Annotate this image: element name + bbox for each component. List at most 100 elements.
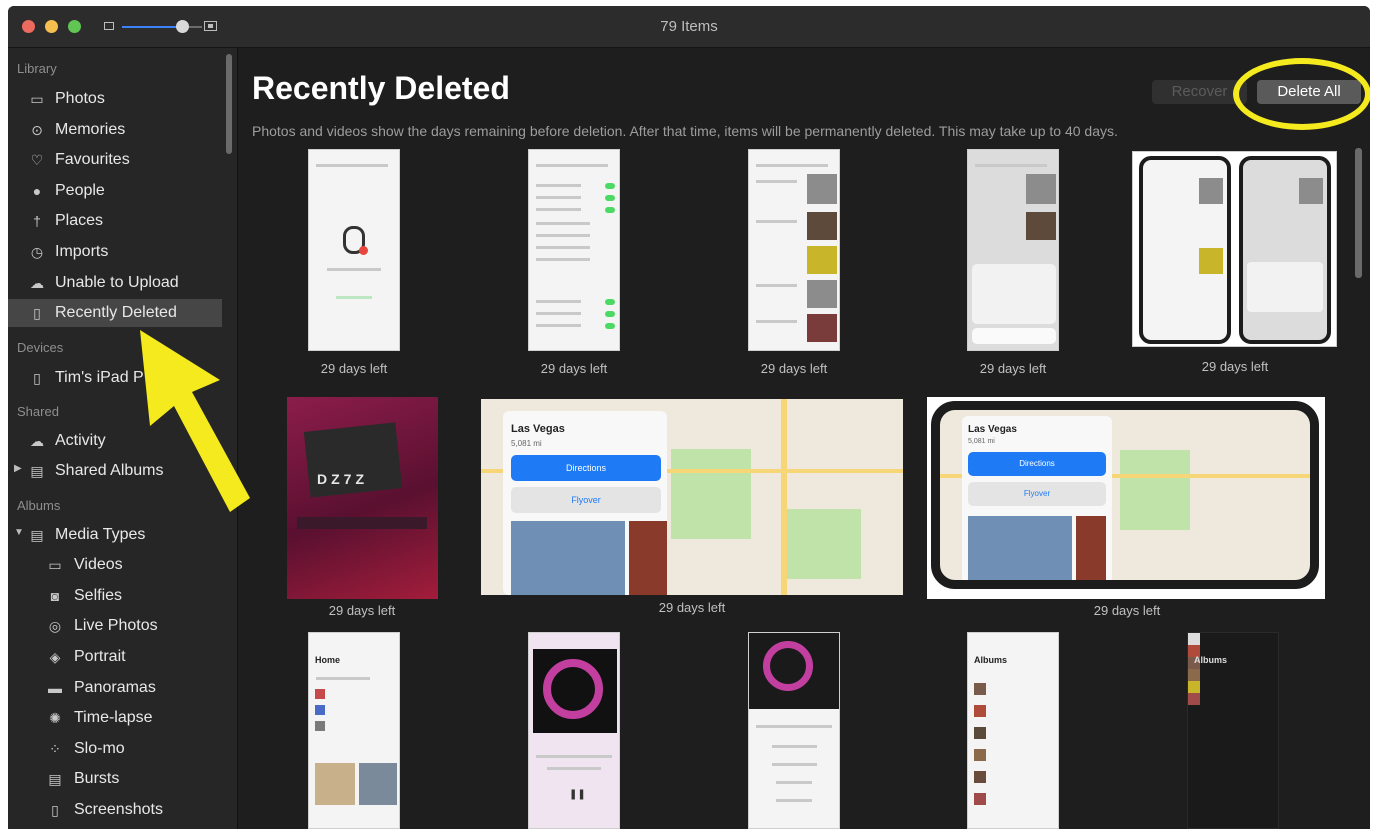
thumb-image [1199, 248, 1223, 274]
days-left-label: 29 days left [1093, 603, 1161, 618]
thumb-image [974, 793, 986, 805]
sidebar-item-panoramas[interactable]: ▬ Panoramas [8, 674, 222, 702]
photo-thumbnail[interactable]: Albums [967, 632, 1059, 829]
photo-thumbnail[interactable]: Las Vegas 5,081 mi Directions Flyover [481, 399, 903, 595]
sidebar-item-memories[interactable]: ⊙ Memories [8, 116, 222, 144]
map-flyover-button: Flyover [968, 482, 1106, 506]
sidebar-item-label: Bursts [74, 770, 120, 787]
sidebar-item-live-photos[interactable]: ◎ Live Photos [8, 612, 222, 640]
albums-heading: Albums [974, 655, 1008, 665]
photo-thumbnail[interactable]: Albums [1187, 632, 1279, 829]
sidebar-item-screenshots[interactable]: ▯ Screenshots [8, 796, 222, 824]
thumb-image [359, 763, 397, 805]
sidebar-item-places[interactable]: † Places [8, 207, 222, 235]
sidebar-item-videos[interactable]: ▭ Videos [8, 551, 222, 579]
thumb-line [756, 164, 829, 167]
thumb-line [327, 268, 381, 271]
map-photo [511, 521, 625, 595]
sidebar-item-selfies[interactable]: ◙ Selfies [8, 582, 222, 610]
days-left-label: 29 days left [979, 361, 1047, 376]
thumb-line [536, 196, 582, 199]
sidebar-item-label: Imports [55, 243, 109, 260]
days-left-label: 29 days left [320, 361, 388, 376]
timelapse-icon: ✺ [49, 710, 61, 726]
thumb-line [536, 222, 591, 225]
sidebar-item-bursts[interactable]: ▤ Bursts [8, 765, 222, 793]
map-directions-button: Directions [968, 452, 1106, 476]
screenshot-icon: ▯ [51, 802, 59, 818]
sidebar-item-slo-mo[interactable]: ⁘ Slo-mo [8, 735, 222, 763]
thumb-image [1026, 174, 1056, 204]
thumb-image [1188, 669, 1200, 681]
thumb-line [536, 324, 582, 327]
photos-icon: ▭ [30, 91, 44, 107]
map-photo [1076, 516, 1106, 580]
cancel-sheet [972, 328, 1056, 344]
toggle-on [605, 323, 615, 329]
section-albums: Albums [17, 498, 61, 513]
lost-mode-badge [359, 246, 368, 255]
title-bar: 79 Items [8, 6, 1370, 48]
disclosure-triangle-icon[interactable]: ▶ [14, 463, 22, 474]
sidebar-item-media-types[interactable]: ▼ ▤ Media Types [8, 521, 222, 549]
thumb-image [1026, 212, 1056, 240]
thumb-line [547, 767, 601, 770]
sidebar-scrollbar[interactable] [226, 54, 232, 154]
action-sheet [1247, 262, 1323, 312]
album-art [533, 649, 617, 733]
folder-icon: ▤ [30, 527, 44, 543]
window-title: 79 Items [660, 18, 718, 35]
photo-thumbnail[interactable] [308, 149, 400, 351]
slomo-icon: ⁘ [49, 741, 61, 757]
thumb-image [807, 246, 837, 274]
sidebar-item-recently-deleted[interactable]: ▯ Recently Deleted [8, 299, 222, 327]
sidebar-item-time-lapse[interactable]: ✺ Time-lapse [8, 704, 222, 732]
memories-icon: ⊙ [31, 122, 43, 138]
heart-icon: ♡ [30, 152, 44, 168]
sidebar-item-label: Unable to Upload [55, 274, 179, 291]
sidebar-item-portrait[interactable]: ◈ Portrait [8, 643, 222, 671]
sidebar-item-photos[interactable]: ▭ Photos [8, 85, 222, 113]
thumb-image [1199, 178, 1223, 204]
thumb-line [776, 799, 812, 802]
photo-thumbnail[interactable] [967, 149, 1059, 351]
sidebar-item-people[interactable]: ● People [8, 177, 222, 205]
panorama-icon: ▬ [48, 680, 62, 696]
main-content: Recently Deleted Recover Delete All Phot… [239, 48, 1370, 829]
shared-album-icon: ▤ [30, 463, 44, 479]
days-left-label: 29 days left [760, 361, 828, 376]
sidebar-item-imports[interactable]: ◷ Imports [8, 238, 222, 266]
photo-thumbnail[interactable] [748, 632, 840, 829]
photo-thumbnail[interactable] [748, 149, 840, 351]
thumb-line [536, 755, 612, 758]
photo-thumbnail[interactable]: DZ7Z [287, 397, 438, 599]
photo-thumbnail[interactable]: ❚❚ [528, 632, 620, 829]
section-shared: Shared [17, 404, 59, 419]
map-park [1120, 450, 1190, 530]
thumb-line [316, 164, 389, 167]
photo-thumbnail[interactable] [1132, 151, 1337, 347]
sidebar-item-label: People [55, 182, 105, 199]
sidebar-item-label: Memories [55, 121, 126, 138]
disclosure-triangle-icon[interactable]: ▼ [14, 527, 24, 538]
sidebar-item-label: Screenshots [74, 801, 163, 818]
cube-icon: ◈ [49, 649, 61, 665]
sidebar-item-unable-to-upload[interactable]: ☁ Unable to Upload [8, 269, 222, 297]
clock-icon: ◷ [30, 244, 44, 260]
grid-scrollbar[interactable] [1355, 148, 1362, 278]
live-photo-icon: ◎ [48, 618, 62, 634]
sidebar-item-label: Places [55, 212, 104, 229]
thumb-line [771, 763, 817, 766]
photo-thumbnail[interactable] [528, 149, 620, 351]
section-devices: Devices [17, 340, 64, 355]
camera-icon: ◙ [50, 588, 60, 604]
thumb-image [315, 705, 325, 715]
photo-thumbnail[interactable]: Home [308, 632, 400, 829]
thumb-line [536, 208, 582, 211]
map-park [781, 509, 861, 579]
map-distance: 5,081 mi [511, 439, 542, 448]
arrow-shape [140, 330, 250, 512]
sidebar-item-favourites[interactable]: ♡ Favourites [8, 146, 222, 174]
photo-thumbnail[interactable]: Las Vegas 5,081 mi Directions Flyover [927, 397, 1325, 599]
highlight-circle-annotation [1233, 58, 1370, 130]
